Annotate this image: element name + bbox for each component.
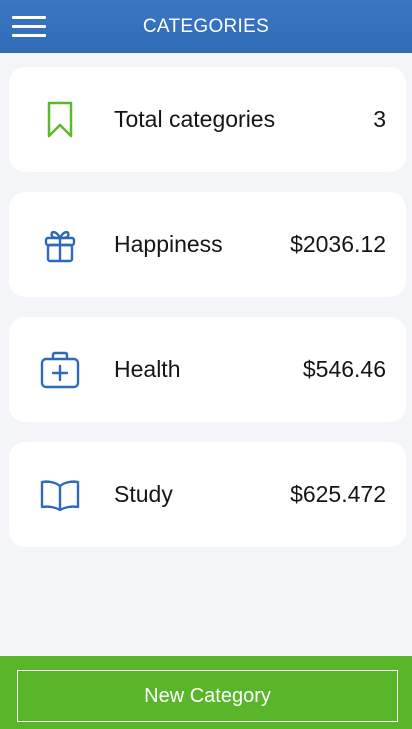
total-categories-label: Total categories: [114, 106, 276, 132]
category-name: Happiness: [114, 231, 223, 257]
total-categories-count: 3: [373, 106, 386, 132]
category-amount: $2036.12: [290, 231, 386, 257]
medical-kit-icon: [39, 350, 81, 390]
gift-icon: [39, 225, 81, 265]
app-root: CATEGORIES Total categories 3 Happiness …: [0, 0, 412, 729]
category-name: Study: [114, 481, 173, 507]
category-amount: $625.472: [290, 481, 386, 507]
category-name: Health: [114, 356, 181, 382]
total-categories-card: Total categories 3: [9, 67, 406, 172]
category-card-happiness[interactable]: Happiness $2036.12: [9, 192, 406, 297]
category-card-health[interactable]: Health $546.46: [9, 317, 406, 422]
new-category-button[interactable]: New Category: [17, 670, 398, 722]
app-header: CATEGORIES: [0, 0, 412, 53]
bookmark-icon: [39, 100, 81, 140]
open-book-icon: [39, 475, 81, 515]
page-title: CATEGORIES: [142, 16, 270, 37]
footer-bar: New Category: [0, 656, 412, 729]
category-amount: $546.46: [302, 356, 386, 382]
category-card-study[interactable]: Study $625.472: [9, 442, 406, 547]
